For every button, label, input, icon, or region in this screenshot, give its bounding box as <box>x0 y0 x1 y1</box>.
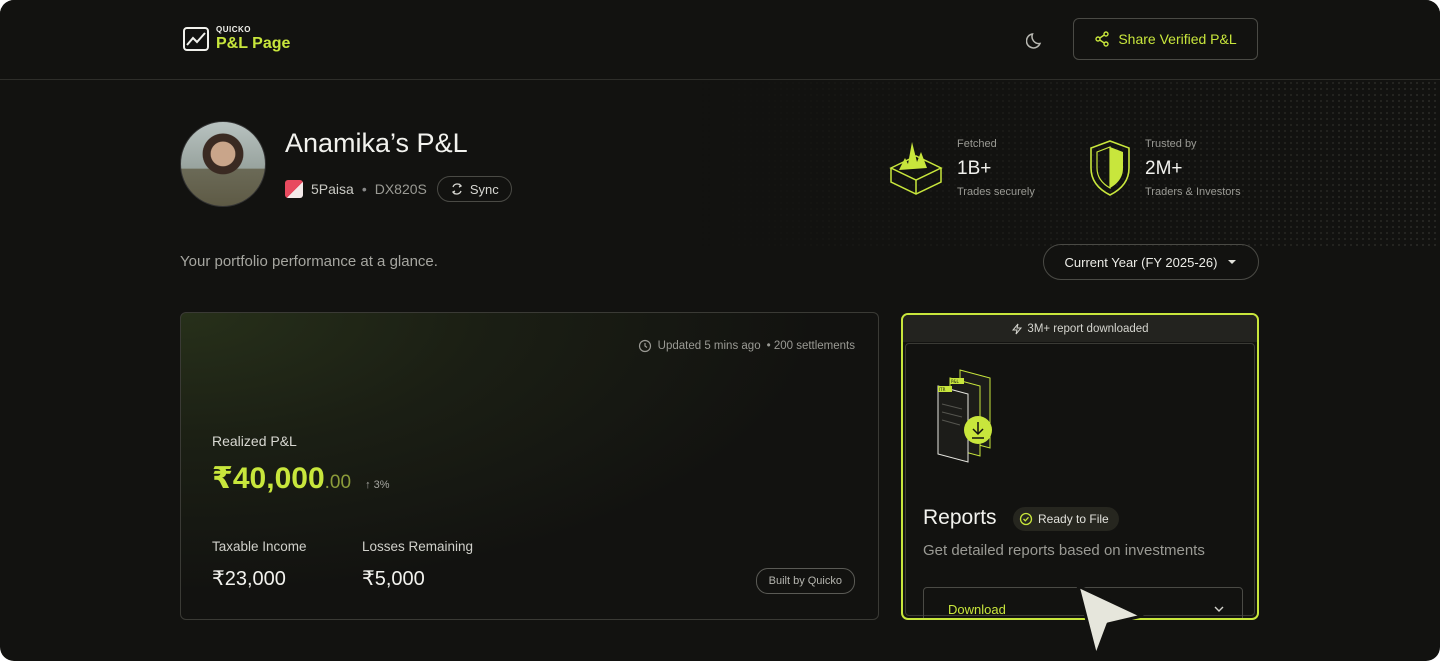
realized-change: ↑ 3% <box>365 479 390 491</box>
page-title: Anamika’s P&L <box>285 128 468 158</box>
taxable-label: Taxable Income <box>212 539 307 554</box>
broker-logo-icon <box>285 180 303 198</box>
reports-banner: 3M+ report downloaded <box>903 315 1257 342</box>
reports-description: Get detailed reports based on investment… <box>923 542 1205 559</box>
doc-label-pl: P&L <box>951 379 960 384</box>
shield-icon <box>1090 140 1130 196</box>
reports-card: 3M+ report downloaded P&L ITR Reports Re… <box>901 313 1259 620</box>
built-by-badge[interactable]: Built by Quicko <box>755 568 855 594</box>
check-circle-icon <box>1019 512 1033 526</box>
chart-logo-icon <box>183 27 209 51</box>
settlements-text: • 200 settlements <box>766 340 855 352</box>
report-docs-icon: P&L ITR <box>937 369 992 463</box>
broker-row: 5Paisa • DX820S Sync <box>285 176 512 202</box>
banner-text: 3M+ report downloaded <box>1027 322 1149 335</box>
sync-button[interactable]: Sync <box>436 176 512 202</box>
stat-label: Trusted by <box>1145 138 1197 150</box>
download-label: Download <box>948 601 1006 617</box>
stat-sub: Traders & Investors <box>1145 186 1241 198</box>
updated-text: Updated 5 mins ago <box>657 340 761 352</box>
chevron-down-icon <box>1214 606 1224 612</box>
sync-label: Sync <box>469 181 499 197</box>
broker-name: 5Paisa <box>311 181 354 197</box>
doc-label-itr: ITR <box>939 387 946 392</box>
moon-icon[interactable] <box>1026 30 1046 50</box>
stat-value: 2M+ <box>1145 158 1183 179</box>
top-header: QUICKO P&L Page Share Verified P&L <box>0 0 1440 80</box>
app-window: QUICKO P&L Page Share Verified P&L Anami… <box>0 0 1440 661</box>
pl-summary-card: Updated 5 mins ago • 200 settlements Rea… <box>180 312 879 620</box>
updated-info: Updated 5 mins ago • 200 settlements <box>638 339 855 353</box>
taxable-value: ₹23,000 <box>212 568 286 590</box>
avatar <box>180 121 266 207</box>
ready-label: Ready to File <box>1038 512 1109 526</box>
logo-brand: QUICKO <box>216 25 251 34</box>
realized-label: Realized P&L <box>212 433 297 449</box>
period-select[interactable]: Current Year (FY 2025-26) <box>1043 244 1259 280</box>
bolt-icon <box>1012 323 1023 334</box>
trades-box-icon <box>889 142 943 195</box>
realized-value: ₹40,000 .00 ↑ 3% <box>212 461 390 496</box>
tagline: Your portfolio performance at a glance. <box>180 253 438 270</box>
caret-down-icon <box>1228 260 1237 264</box>
share-icon <box>1095 31 1110 47</box>
realized-amount: ₹40,000 <box>212 462 325 495</box>
stat-value: 1B+ <box>957 158 992 179</box>
logo-title: P&L Page <box>216 35 291 52</box>
quicko-logo[interactable]: QUICKO P&L Page <box>182 25 290 53</box>
ready-badge: Ready to File <box>1013 507 1119 531</box>
stat-fetched: Fetched 1B+ Trades securely <box>887 138 1035 198</box>
stat-trusted: Trusted by 2M+ Traders & Investors <box>1087 138 1241 198</box>
reports-title: Reports <box>923 506 997 529</box>
share-verified-button[interactable]: Share Verified P&L <box>1073 18 1258 60</box>
share-label: Share Verified P&L <box>1118 31 1237 47</box>
losses-label: Losses Remaining <box>362 539 474 554</box>
period-value: Current Year (FY 2025-26) <box>1064 254 1218 270</box>
history-icon <box>638 339 651 353</box>
separator: • <box>361 181 367 197</box>
losses-value: ₹5,000 <box>362 568 425 590</box>
sync-icon <box>451 183 462 195</box>
stat-label: Fetched <box>957 138 997 150</box>
stat-sub: Trades securely <box>957 186 1035 198</box>
mouse-pointer-icon <box>1076 584 1144 658</box>
client-id: DX820S <box>374 181 427 197</box>
reports-body: P&L ITR Reports Ready to File Get detail… <box>905 343 1255 618</box>
dot-pattern <box>700 80 1440 250</box>
realized-decimal: .00 <box>324 472 352 493</box>
